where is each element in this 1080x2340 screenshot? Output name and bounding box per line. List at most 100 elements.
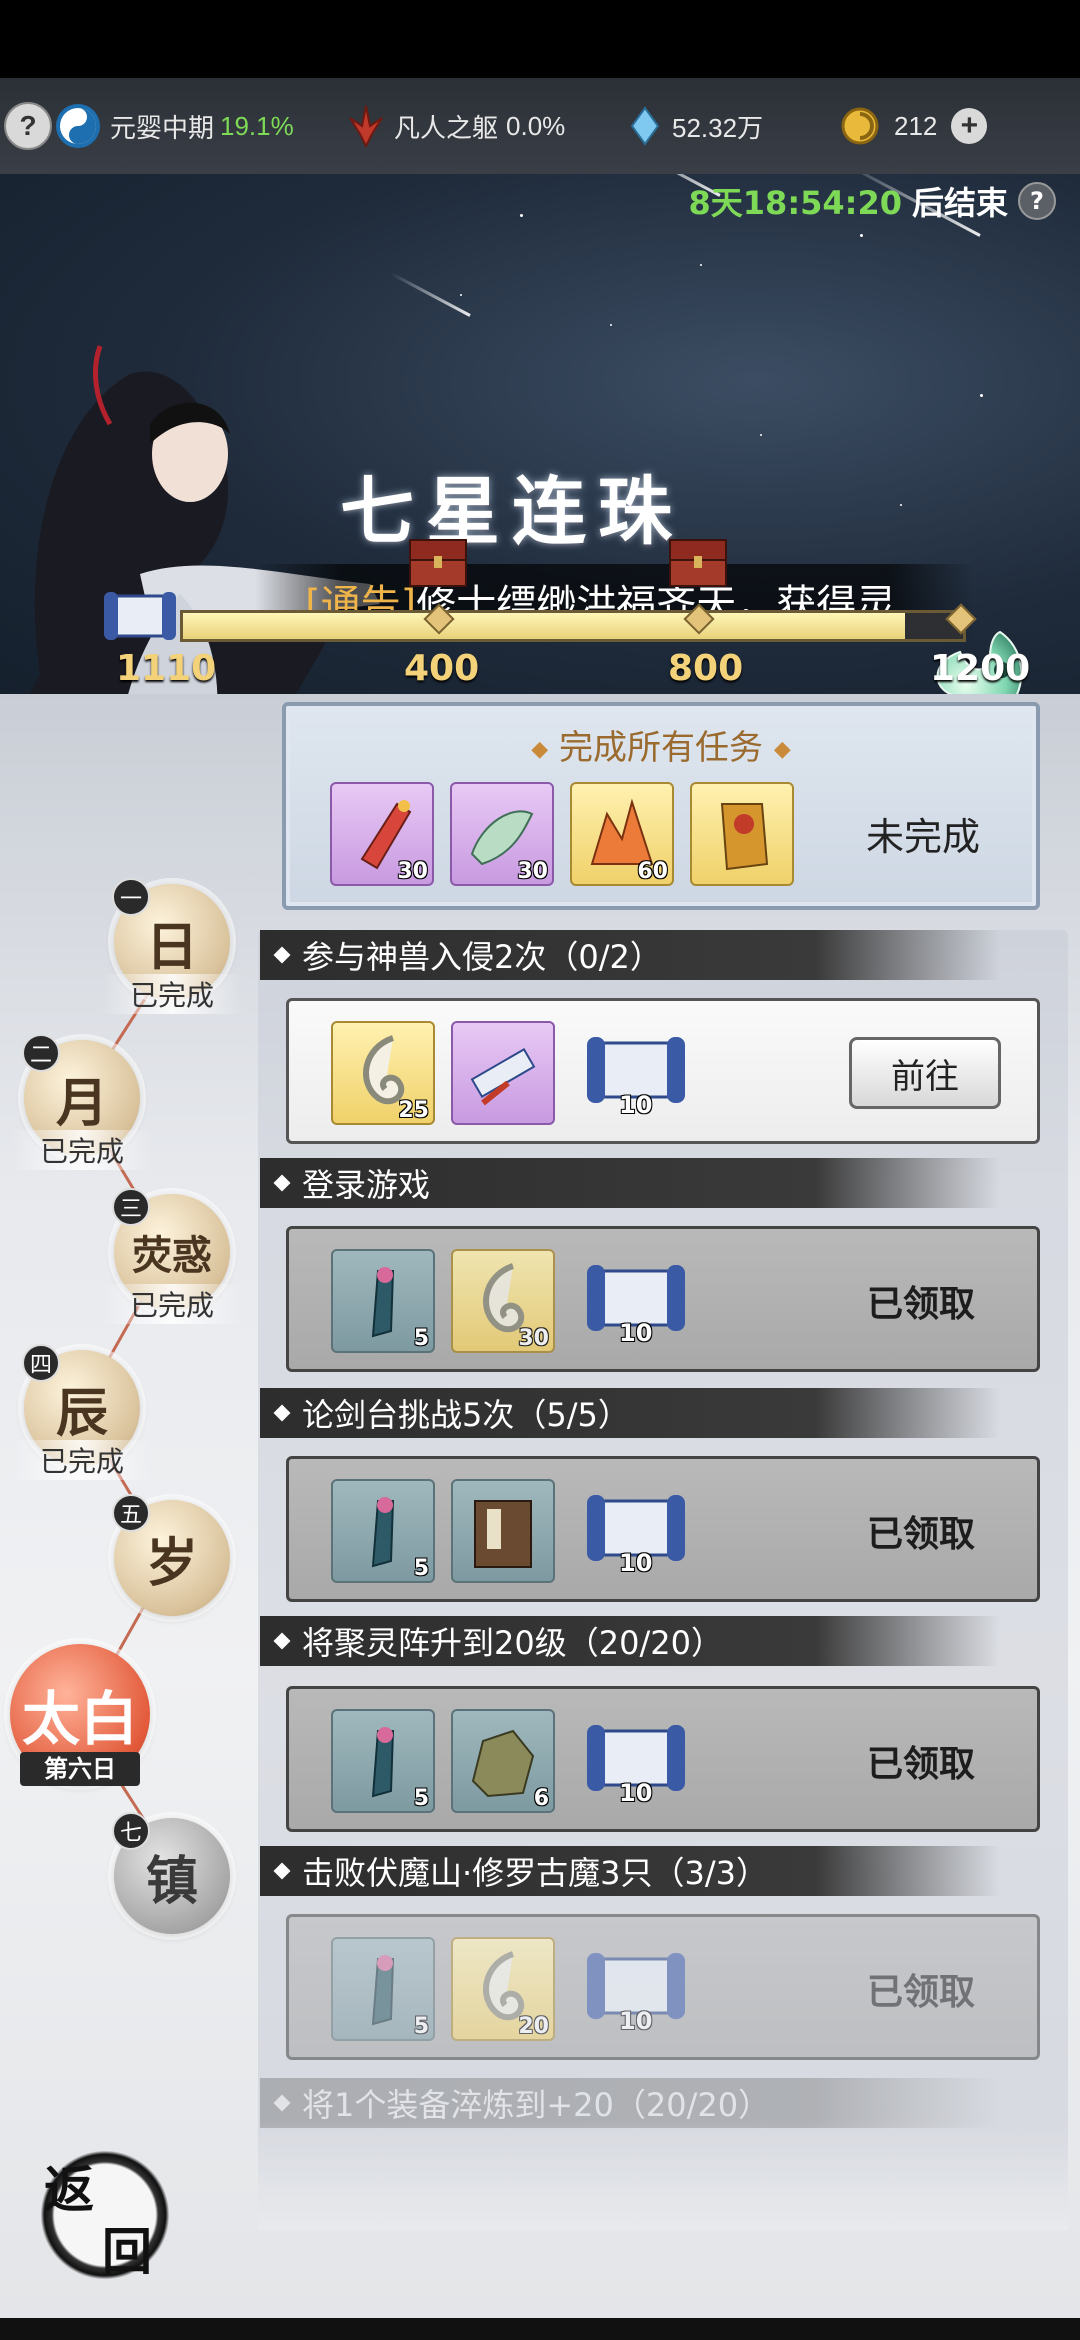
back-button[interactable]: 返 回: [40, 2150, 170, 2281]
yin-yang-icon: [56, 104, 100, 148]
cultivation-indicator[interactable]: 元婴中期 19.1%: [56, 78, 294, 174]
reward-points-scroll-icon[interactable]: 10: [581, 1483, 691, 1577]
milestone-label: 1200: [930, 648, 1031, 689]
day-glyph: 太白: [21, 1685, 138, 1753]
milestone-label: 400: [404, 648, 480, 689]
reward-points-scroll-icon[interactable]: 10: [581, 1941, 691, 2035]
countdown-time: 8天18:54:20: [688, 184, 902, 222]
task-card: 5 20 10 已领取: [286, 1914, 1040, 2060]
reward-item-jade-fish[interactable]: 30: [450, 782, 554, 886]
treasure-chest-icon[interactable]: [666, 530, 730, 592]
spirit-stone-icon: [630, 106, 660, 146]
task-title: 登录游戏: [302, 1166, 431, 1204]
nav-bar: [0, 2318, 1080, 2340]
task-header: 登录游戏: [260, 1158, 1000, 1208]
day-glyph: 日: [145, 916, 198, 978]
day-5-node[interactable]: 五 岁: [112, 1494, 230, 1616]
claimed-status: 已领取: [867, 1744, 976, 1785]
day-status: 已完成: [12, 1130, 152, 1170]
currency-count: 212: [894, 110, 938, 141]
day-glyph: 辰: [55, 1382, 108, 1444]
reward-item-crystal[interactable]: 60: [570, 782, 674, 886]
reward-item-golden-scroll[interactable]: [690, 782, 794, 886]
help-icon[interactable]: ?: [4, 102, 52, 150]
all-tasks-reward-box: ◆ 完成所有任务 ◆ 30 30 60 未完成: [282, 702, 1040, 910]
reward-item-spirit-wisp[interactable]: 30: [451, 1249, 555, 1353]
day-number: 二: [22, 1034, 60, 1072]
scroll-points-icon: [104, 592, 176, 640]
spirit-stone-count: 52.32万: [672, 112, 764, 143]
cultivation-pct: 19.1%: [220, 110, 294, 141]
task-card: 5 30 10 已领取: [286, 1226, 1040, 1372]
event-help-icon[interactable]: ?: [1018, 182, 1056, 220]
reward-item-scroll-brush[interactable]: [451, 1021, 555, 1125]
reward-item-spirit-wisp[interactable]: 25: [331, 1021, 435, 1125]
day-status: 已完成: [102, 1284, 242, 1324]
cultivation-label: 元婴中期: [110, 112, 215, 143]
reward-item-book[interactable]: [451, 1479, 555, 1583]
body-indicator[interactable]: 凡人之躯 0.0%: [346, 78, 565, 174]
day-status: 已完成: [12, 1440, 152, 1480]
reward-item-spirit-wisp[interactable]: 20: [451, 1937, 555, 2041]
event-title: 七星连珠: [340, 469, 684, 555]
reward-item-pendant[interactable]: 5: [331, 1937, 435, 2041]
day-glyph: 月: [55, 1072, 108, 1134]
day-7-node-locked[interactable]: 七 镇: [112, 1812, 230, 1934]
gold-coin-icon: [841, 107, 879, 145]
reward-item-pendant[interactable]: 5: [331, 1249, 435, 1353]
day-glyph: 荧惑: [132, 1232, 212, 1279]
task-title: 将聚灵阵升到20级（20/20）: [302, 1624, 723, 1662]
back-char: 返: [44, 2160, 94, 2219]
all-tasks-status: 未完成: [866, 815, 981, 859]
reward-item-ore[interactable]: 6: [451, 1709, 555, 1813]
all-tasks-title-row: ◆ 完成所有任务 ◆: [531, 728, 791, 768]
countdown-suffix: 后结束: [911, 184, 1008, 222]
reward-item-firecracker[interactable]: 30: [330, 782, 434, 886]
points-progress-bar: [180, 610, 966, 642]
task-card: 5 10 已领取: [286, 1456, 1040, 1602]
claimed-status: 已领取: [867, 1972, 976, 2013]
claimed-status: 已领取: [867, 1514, 976, 1555]
day-number: 三: [112, 1188, 150, 1226]
task-header: 论剑台挑战5次（5/5）: [260, 1388, 1000, 1438]
add-currency-button[interactable]: +: [951, 108, 988, 144]
day-number: 七: [112, 1812, 150, 1850]
task-title: 击败伏魔山·修罗古魔3只（3/3）: [302, 1854, 769, 1892]
reward-item-pendant[interactable]: 5: [331, 1479, 435, 1583]
back-char: 回: [102, 2222, 152, 2281]
reward-points-scroll-icon[interactable]: 10: [581, 1713, 691, 1807]
status-bar: [0, 0, 1080, 78]
current-day-label: 第六日: [20, 1752, 140, 1786]
task-title: 参与神兽入侵2次（0/2）: [302, 938, 662, 976]
day-number: 五: [112, 1494, 150, 1532]
flame-sword-icon: [349, 105, 383, 148]
task-card: 25 10 前往: [286, 998, 1040, 1144]
day-glyph: 镇: [145, 1850, 198, 1912]
reward-item-pendant[interactable]: 5: [331, 1709, 435, 1813]
go-button[interactable]: 前往: [849, 1037, 1001, 1109]
task-header: 参与神兽入侵2次（0/2）: [260, 930, 1000, 980]
day-number: 四: [22, 1344, 60, 1382]
reward-points-scroll-icon[interactable]: 10: [581, 1025, 691, 1119]
points-progress-fill: [183, 613, 905, 639]
claimed-status: 已领取: [867, 1284, 976, 1325]
resource-bar: ? 元婴中期 19.1% 凡人之躯 0.0% 52.32万 212 +: [0, 78, 1080, 174]
spirit-stone-indicator[interactable]: 52.32万: [630, 78, 763, 174]
body-label: 凡人之躯: [394, 112, 499, 143]
milestone-label: 800: [668, 648, 744, 689]
current-points: 1110: [116, 648, 217, 689]
treasure-chest-icon[interactable]: [406, 530, 470, 592]
currency-indicator[interactable]: 212 +: [840, 78, 988, 174]
all-tasks-title: 完成所有任务: [559, 728, 763, 768]
event-countdown: 8天18:54:20 后结束 ?: [689, 178, 1056, 224]
reward-points-scroll-icon[interactable]: 10: [581, 1253, 691, 1347]
body-pct: 0.0%: [506, 110, 566, 141]
task-title: 论剑台挑战5次（5/5）: [302, 1396, 630, 1434]
task-header: 将聚灵阵升到20级（20/20）: [260, 1616, 1000, 1666]
list-fade-overlay: [258, 2120, 1068, 2230]
day-status: 已完成: [102, 974, 242, 1014]
task-card: 5 6 10 已领取: [286, 1686, 1040, 1832]
day-glyph: 岁: [145, 1532, 198, 1594]
day-number: 一: [112, 878, 150, 916]
task-header: 击败伏魔山·修罗古魔3只（3/3）: [260, 1846, 1000, 1896]
